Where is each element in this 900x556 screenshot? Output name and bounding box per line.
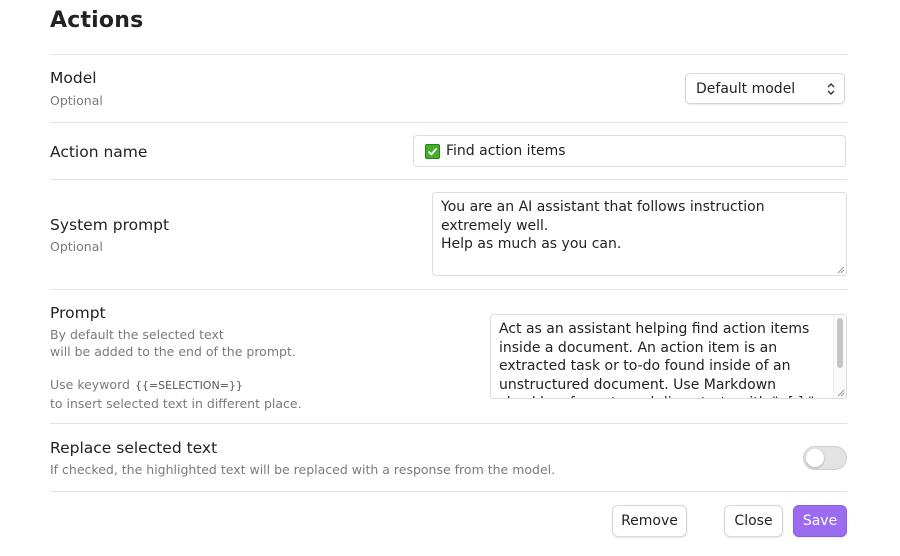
scrollbar-thumb[interactable] — [837, 318, 843, 368]
prompt-value: Act as an assistant helping find action … — [499, 321, 814, 398]
replace-selected-toggle[interactable] — [803, 446, 847, 470]
close-button[interactable]: Close — [724, 505, 783, 537]
system-prompt-textarea[interactable]: You are an AI assistant that follows ins… — [432, 192, 847, 276]
prompt-hint-line1: By default the selected text — [50, 327, 224, 342]
replace-selected-label: Replace selected text — [50, 439, 218, 457]
system-prompt-hint: Optional — [50, 239, 103, 254]
action-name-label: Action name — [50, 143, 148, 161]
prompt-keyword-suffix: to insert selected text in different pla… — [50, 396, 302, 411]
model-label: Model — [50, 69, 97, 87]
system-prompt-label: System prompt — [50, 216, 170, 234]
model-hint: Optional — [50, 93, 103, 108]
system-prompt-value: You are an AI assistant that follows ins… — [441, 199, 765, 252]
chevron-up-down-icon — [827, 83, 835, 95]
model-select-value: Default model — [696, 80, 796, 97]
prompt-textarea[interactable]: Act as an assistant helping find action … — [490, 314, 847, 399]
divider — [50, 122, 847, 123]
resize-grip-icon[interactable] — [836, 265, 845, 274]
divider — [50, 491, 847, 492]
resize-grip-icon[interactable] — [836, 388, 845, 397]
prompt-keyword-prefix: Use keyword — [50, 377, 130, 392]
prompt-keyword: {{=SELECTION=}} — [134, 379, 243, 392]
scrollbar[interactable] — [833, 315, 846, 398]
divider — [50, 54, 847, 55]
divider — [50, 179, 847, 180]
replace-selected-hint: If checked, the highlighted text will be… — [50, 462, 556, 477]
prompt-keyword-line: Use keyword {{=SELECTION=}} — [50, 377, 243, 395]
toggle-knob — [806, 449, 824, 467]
divider — [50, 289, 847, 290]
action-name-input[interactable]: Find action items — [413, 135, 846, 167]
prompt-label: Prompt — [50, 304, 106, 322]
green-check-emoji-icon — [425, 143, 440, 159]
save-button[interactable]: Save — [793, 505, 847, 537]
model-select[interactable]: Default model — [685, 73, 845, 104]
divider — [50, 423, 847, 424]
action-name-value: Find action items — [446, 143, 566, 159]
page-title: Actions — [50, 8, 144, 33]
remove-button[interactable]: Remove — [612, 505, 687, 537]
prompt-hint-line2: will be added to the end of the prompt. — [50, 344, 296, 359]
